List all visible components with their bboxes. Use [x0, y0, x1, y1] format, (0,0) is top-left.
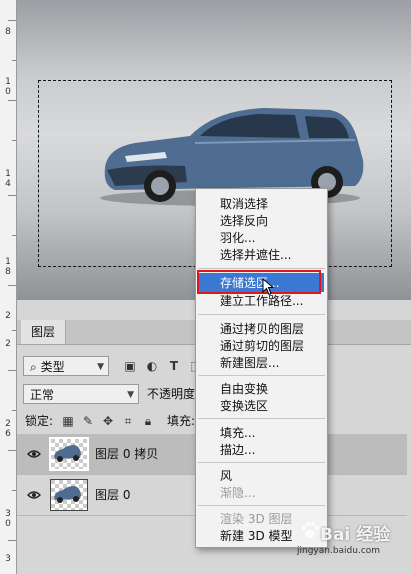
chevron-down-icon: ▼ [127, 390, 134, 400]
lock-position-icon[interactable]: ✥ [101, 414, 115, 428]
menu-item-deselect[interactable]: 取消选择 [220, 195, 268, 213]
menu-separator [198, 462, 325, 463]
ruler-tick: 2 [5, 311, 11, 321]
menu-item-transform-selection[interactable]: 变换选区 [220, 397, 268, 415]
menu-item-new-3d-model[interactable]: 新建 3D 模型 [220, 527, 293, 545]
menu-item-fade: 渐隐... [220, 486, 256, 500]
lock-label: 锁定: [25, 414, 54, 428]
highlight-annotation-box [197, 270, 321, 294]
menu-separator [198, 375, 325, 376]
ruler-tick: 1 [5, 257, 11, 267]
ruler-tick: 2 [5, 419, 11, 429]
menu-item-select-and-mask[interactable]: 选择并遮住... [220, 246, 291, 264]
fill-label: 填充: [167, 414, 196, 428]
image-filter-icon[interactable]: ▣ [123, 359, 137, 373]
menu-item-fill[interactable]: 填充... [220, 424, 255, 442]
lock-transparent-icon[interactable]: ▦ [61, 414, 75, 428]
layer-thumbnail [50, 479, 88, 511]
ruler-tick: 4 [5, 179, 11, 189]
kind-filter-select[interactable]: ⌕ 类型 ▼ [23, 356, 109, 376]
mouse-cursor-icon [262, 278, 274, 296]
blend-mode-value: 正常 [30, 388, 55, 402]
menu-item-wind[interactable]: 风 [220, 467, 232, 485]
ruler-tick: 3 [5, 509, 11, 519]
menu-item-layer-via-copy[interactable]: 通过拷贝的图层 [220, 320, 304, 338]
menu-separator [198, 505, 325, 506]
type-filter-icon[interactable]: T [167, 359, 181, 373]
eye-icon[interactable] [27, 447, 41, 461]
ruler-tick: 1 [5, 77, 11, 87]
ruler-tick: 0 [5, 519, 11, 529]
layer-name: 图层 0 拷贝 [95, 447, 159, 461]
search-icon: ⌕ [30, 360, 37, 374]
opacity-label: 不透明度: [147, 387, 200, 401]
vertical-ruler: 8 1 0 1 4 1 8 2 2 2 6 3 0 3 [0, 0, 17, 574]
paw-logo-icon [302, 522, 319, 538]
lock-paint-icon[interactable]: ✎ [81, 414, 95, 428]
kind-filter-value: 类型 [40, 360, 65, 374]
menu-item-free-transform[interactable]: 自由变换 [220, 380, 268, 398]
adjustment-filter-icon[interactable]: ◐ [145, 359, 159, 373]
menu-item-render-3d-layer: 渲染 3D 图层 [220, 512, 293, 526]
chevron-down-icon: ▼ [97, 362, 104, 372]
ruler-tick: 6 [5, 429, 11, 439]
menu-item-stroke[interactable]: 描边... [220, 441, 255, 459]
menu-separator [198, 268, 325, 269]
menu-separator [198, 314, 325, 315]
tab-layers[interactable]: 图层 [21, 320, 67, 344]
blend-mode-select[interactable]: 正常 ▼ [23, 384, 139, 404]
menu-item-layer-via-cut[interactable]: 通过剪切的图层 [220, 337, 304, 355]
ruler-tick: 0 [5, 87, 11, 97]
ruler-tick: 2 [5, 339, 11, 349]
lock-artboard-icon[interactable]: ⌗ [121, 414, 135, 428]
lock-all-icon[interactable]: 🔒︎ [141, 414, 155, 428]
layer-thumbnail [49, 437, 89, 471]
menu-item-new-layer[interactable]: 新建图层... [220, 354, 279, 372]
menu-item-select-inverse[interactable]: 选择反向 [220, 212, 268, 230]
ruler-tick: 8 [5, 267, 11, 277]
layer-name: 图层 0 [95, 488, 131, 502]
ruler-tick: 3 [5, 554, 11, 564]
ruler-tick: 8 [5, 27, 11, 37]
watermark-url: jingyan.baidu.com [297, 546, 381, 556]
watermark-brand: Bai 经验 [320, 525, 391, 545]
menu-separator [198, 418, 325, 419]
ruler-tick: 1 [5, 169, 11, 179]
context-menu: 取消选择 选择反向 羽化... 选择并遮住... 存储选区... 建立工作路径.… [195, 188, 328, 548]
eye-icon[interactable] [27, 488, 41, 502]
menu-item-feather[interactable]: 羽化... [220, 229, 255, 247]
